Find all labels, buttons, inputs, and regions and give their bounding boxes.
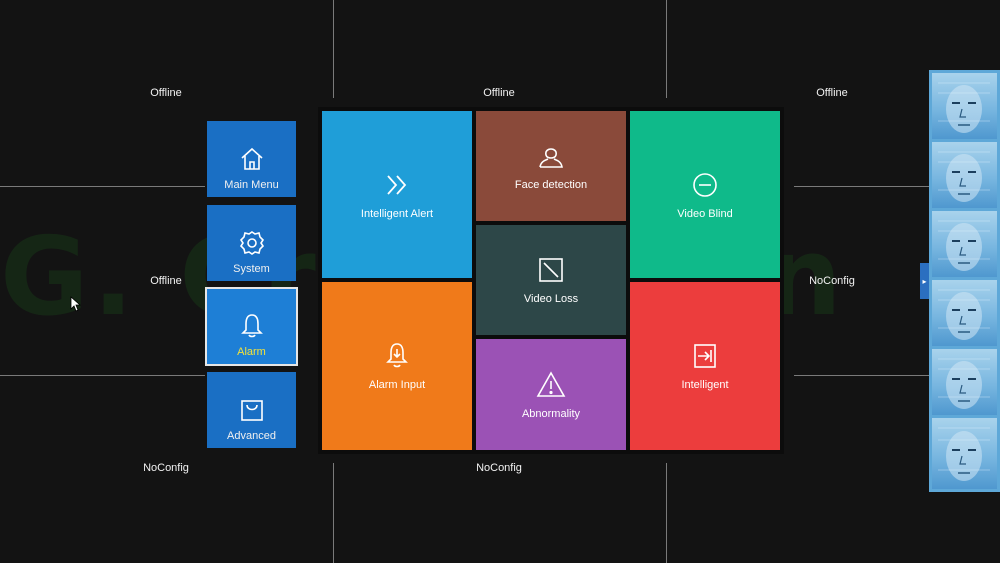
- grid-divider: [0, 375, 205, 376]
- face-thumbnail[interactable]: [932, 349, 997, 415]
- tile-label: Alarm Input: [368, 379, 426, 391]
- grid-divider: [0, 186, 205, 187]
- tile-label: Abnormality: [521, 407, 581, 420]
- home-icon: [240, 147, 263, 170]
- tile-abnormality[interactable]: Abnormality: [476, 339, 626, 450]
- camera-status-label: NoConfig: [476, 462, 522, 474]
- face-thumbnail-strip: [929, 70, 1000, 492]
- tile-video-blind[interactable]: Video Blind: [630, 111, 780, 278]
- sidebar-item-label: Advanced: [227, 430, 276, 442]
- face-thumbnail[interactable]: [932, 418, 997, 489]
- grid-divider: [333, 0, 334, 98]
- gear-icon: [239, 231, 264, 255]
- grid-divider: [794, 375, 929, 376]
- sidebar-item-label: Alarm: [237, 346, 266, 358]
- tile-label: Video Blind: [677, 207, 733, 220]
- grid-divider: [666, 0, 667, 98]
- sidebar-item-system[interactable]: System: [207, 205, 296, 281]
- face-user-icon: [539, 148, 563, 168]
- sidebar-item-label: System: [233, 263, 270, 275]
- face-thumbnail[interactable]: [932, 73, 997, 139]
- face-thumbnail[interactable]: [932, 211, 997, 277]
- camera-status-label: Offline: [150, 87, 182, 99]
- face-scan-icon: [938, 289, 990, 340]
- chevron-right-icon: ▸: [922, 276, 927, 286]
- tile-intelligent-alert[interactable]: Intelligent Alert: [322, 111, 472, 278]
- face-scan-icon: [938, 358, 990, 409]
- tile-face-detection[interactable]: Face detection: [476, 111, 626, 221]
- face-scan-icon: [938, 82, 990, 133]
- bell-arrow-icon: [386, 343, 408, 368]
- tile-label: Intelligent Alert: [360, 207, 434, 220]
- sidebar-item-alarm[interactable]: Alarm: [205, 287, 298, 366]
- camera-status-label: NoConfig: [143, 462, 189, 474]
- shopping-bag-icon: [240, 400, 263, 421]
- bell-icon: [240, 314, 263, 338]
- face-scan-icon: [938, 151, 990, 202]
- sidebar-item-advanced[interactable]: Advanced: [207, 372, 296, 448]
- tile-alarm-input[interactable]: Alarm Input: [322, 282, 472, 450]
- tile-intelligent[interactable]: Intelligent: [630, 282, 780, 450]
- minus-circle-icon: [693, 172, 717, 197]
- face-scan-icon: [938, 427, 990, 481]
- alarm-menu-panel: Intelligent Alert Face detection Video B…: [318, 107, 784, 454]
- grid-divider: [794, 186, 929, 187]
- slashed-square-icon: [539, 258, 563, 282]
- tile-label: Video Loss: [523, 293, 579, 305]
- grid-divider: [333, 463, 334, 563]
- face-thumbnail[interactable]: [932, 280, 997, 346]
- camera-status-label: Offline: [816, 87, 848, 99]
- enter-box-icon: [694, 344, 716, 368]
- tile-label: Intelligent: [681, 379, 729, 391]
- sidebar-item-main-menu[interactable]: Main Menu: [207, 121, 296, 197]
- camera-status-label: NoConfig: [809, 275, 855, 287]
- expand-panel-button[interactable]: ▸: [920, 263, 929, 299]
- grid-divider: [666, 463, 667, 563]
- sidebar-item-label: Main Menu: [224, 179, 279, 191]
- tile-video-loss[interactable]: Video Loss: [476, 225, 626, 335]
- face-scan-icon: [938, 220, 990, 271]
- double-chevron-right-icon: [387, 174, 407, 195]
- camera-status-label: Offline: [483, 87, 515, 99]
- mouse-cursor-icon: [70, 296, 82, 312]
- warning-triangle-icon: [536, 370, 566, 397]
- tile-label: Face detection: [514, 179, 588, 191]
- face-thumbnail[interactable]: [932, 142, 997, 208]
